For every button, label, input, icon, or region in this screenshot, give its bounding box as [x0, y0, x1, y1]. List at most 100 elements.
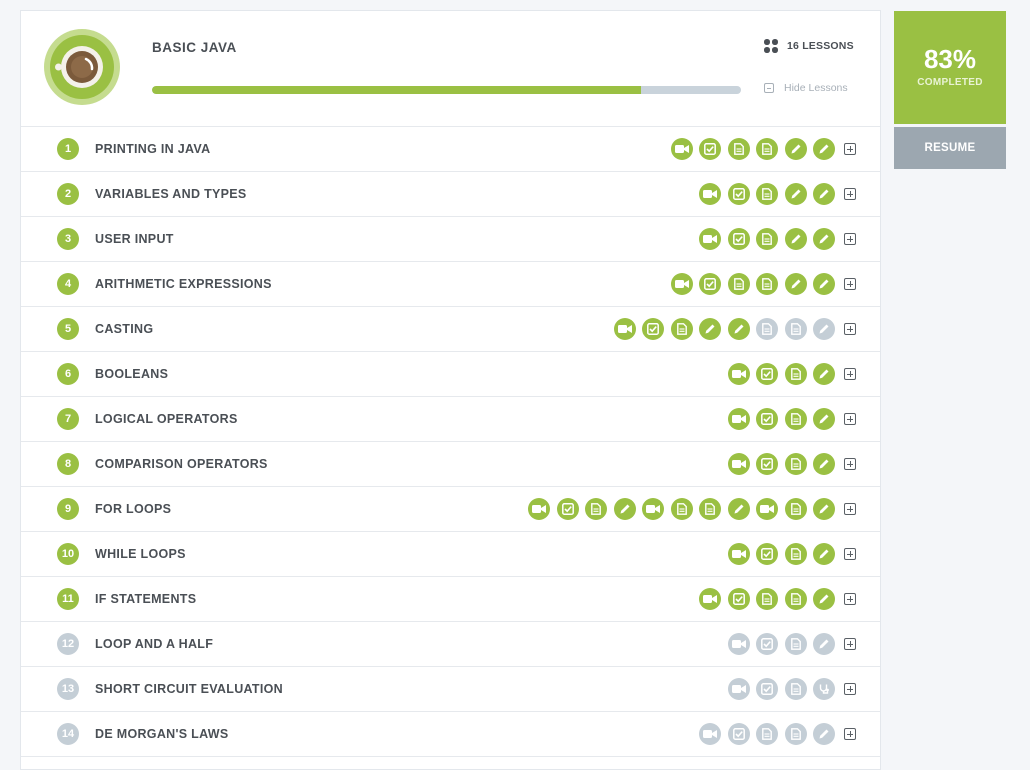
document-icon[interactable] — [784, 408, 807, 430]
expand-plus-icon[interactable] — [844, 728, 856, 740]
pencil-icon[interactable] — [784, 228, 807, 250]
document-icon[interactable] — [784, 678, 807, 700]
document-icon[interactable] — [784, 543, 807, 565]
lesson-row[interactable]: 11 IF STATEMENTS — [21, 577, 880, 622]
document-icon[interactable] — [784, 318, 807, 340]
lesson-title[interactable]: USER INPUT — [95, 232, 174, 246]
resume-button[interactable]: RESUME — [894, 127, 1006, 169]
pencil-icon[interactable] — [784, 183, 807, 205]
lesson-row[interactable]: 6 BOOLEANS — [21, 352, 880, 397]
lesson-title[interactable]: FOR LOOPS — [95, 502, 171, 516]
pencil-icon[interactable] — [613, 498, 636, 520]
lesson-title[interactable]: PRINTING IN JAVA — [95, 142, 210, 156]
pencil-icon[interactable] — [813, 633, 835, 655]
pencil-icon[interactable] — [784, 138, 807, 160]
lesson-row[interactable]: 4 ARITHMETIC EXPRESSIONS — [21, 262, 880, 307]
checkbox-icon[interactable] — [756, 678, 778, 700]
lesson-title[interactable]: CASTING — [95, 322, 153, 336]
pencil-icon[interactable] — [813, 228, 835, 250]
expand-plus-icon[interactable] — [844, 323, 856, 335]
expand-plus-icon[interactable] — [844, 413, 856, 425]
lesson-title[interactable]: ARITHMETIC EXPRESSIONS — [95, 277, 272, 291]
checkbox-icon[interactable] — [699, 273, 721, 295]
video-icon[interactable] — [727, 633, 750, 655]
pencil-icon[interactable] — [813, 723, 835, 745]
pencil-icon[interactable] — [813, 408, 835, 430]
lesson-title[interactable]: VARIABLES AND TYPES — [95, 187, 247, 201]
pencil-icon[interactable] — [813, 273, 835, 295]
video-icon[interactable] — [699, 588, 721, 610]
document-icon[interactable] — [756, 228, 778, 250]
checkbox-icon[interactable] — [756, 543, 778, 565]
pencil-icon[interactable] — [727, 498, 750, 520]
document-icon[interactable] — [756, 318, 778, 340]
document-icon[interactable] — [784, 363, 807, 385]
expand-plus-icon[interactable] — [844, 458, 856, 470]
document-icon[interactable] — [670, 498, 693, 520]
document-icon[interactable] — [756, 588, 778, 610]
expand-plus-icon[interactable] — [844, 638, 856, 650]
document-icon[interactable] — [784, 588, 807, 610]
video-icon[interactable] — [613, 318, 636, 340]
lesson-row[interactable]: 13 SHORT CIRCUIT EVALUATION — [21, 667, 880, 712]
video-icon[interactable] — [528, 498, 550, 520]
lesson-row[interactable]: 5 CASTING — [21, 307, 880, 352]
video-icon[interactable] — [642, 498, 664, 520]
lesson-row[interactable]: 2 VARIABLES AND TYPES — [21, 172, 880, 217]
video-icon[interactable] — [727, 453, 750, 475]
document-icon[interactable] — [727, 273, 750, 295]
video-icon[interactable] — [727, 543, 750, 565]
video-icon[interactable] — [727, 363, 750, 385]
video-icon[interactable] — [727, 678, 750, 700]
document-icon[interactable] — [756, 183, 778, 205]
document-icon[interactable] — [784, 498, 807, 520]
checkbox-icon[interactable] — [642, 318, 664, 340]
expand-plus-icon[interactable] — [844, 233, 856, 245]
pencil-icon[interactable] — [813, 363, 835, 385]
lesson-title[interactable]: SHORT CIRCUIT EVALUATION — [95, 682, 283, 696]
document-icon[interactable] — [670, 318, 693, 340]
pencil-icon[interactable] — [813, 498, 835, 520]
document-icon[interactable] — [756, 138, 778, 160]
expand-plus-icon[interactable] — [844, 593, 856, 605]
lesson-title[interactable]: LOGICAL OPERATORS — [95, 412, 238, 426]
checkbox-icon[interactable] — [756, 453, 778, 475]
lesson-row[interactable]: 14 DE MORGAN'S LAWS — [21, 712, 880, 757]
checkbox-icon[interactable] — [756, 363, 778, 385]
lesson-title[interactable]: LOOP AND A HALF — [95, 637, 213, 651]
expand-plus-icon[interactable] — [844, 188, 856, 200]
lesson-row[interactable]: 3 USER INPUT — [21, 217, 880, 262]
pencil-icon[interactable] — [727, 318, 750, 340]
checkbox-icon[interactable] — [727, 588, 750, 610]
document-icon[interactable] — [756, 723, 778, 745]
expand-plus-icon[interactable] — [844, 368, 856, 380]
lesson-title[interactable]: WHILE LOOPS — [95, 547, 186, 561]
document-icon[interactable] — [784, 723, 807, 745]
expand-plus-icon[interactable] — [844, 143, 856, 155]
checkbox-icon[interactable] — [727, 183, 750, 205]
lesson-title[interactable]: IF STATEMENTS — [95, 592, 196, 606]
expand-plus-icon[interactable] — [844, 683, 856, 695]
video-icon[interactable] — [727, 408, 750, 430]
video-icon[interactable] — [699, 228, 721, 250]
document-icon[interactable] — [585, 498, 607, 520]
document-icon[interactable] — [784, 633, 807, 655]
pencil-icon[interactable] — [813, 138, 835, 160]
document-icon[interactable] — [727, 138, 750, 160]
video-icon[interactable] — [699, 183, 721, 205]
pencil-icon[interactable] — [813, 588, 835, 610]
checkbox-icon[interactable] — [756, 408, 778, 430]
document-icon[interactable] — [784, 453, 807, 475]
checkbox-icon[interactable] — [699, 138, 721, 160]
checkbox-icon[interactable] — [727, 228, 750, 250]
expand-plus-icon[interactable] — [844, 503, 856, 515]
lesson-title[interactable]: COMPARISON OPERATORS — [95, 457, 268, 471]
pencil-icon[interactable] — [813, 318, 835, 340]
lesson-row[interactable]: 12 LOOP AND A HALF — [21, 622, 880, 667]
hide-lessons-toggle[interactable]: Hide Lessons — [764, 82, 848, 94]
stethoscope-icon[interactable] — [813, 678, 835, 700]
video-icon[interactable] — [756, 498, 778, 520]
checkbox-icon[interactable] — [756, 633, 778, 655]
pencil-icon[interactable] — [813, 183, 835, 205]
expand-plus-icon[interactable] — [844, 548, 856, 560]
